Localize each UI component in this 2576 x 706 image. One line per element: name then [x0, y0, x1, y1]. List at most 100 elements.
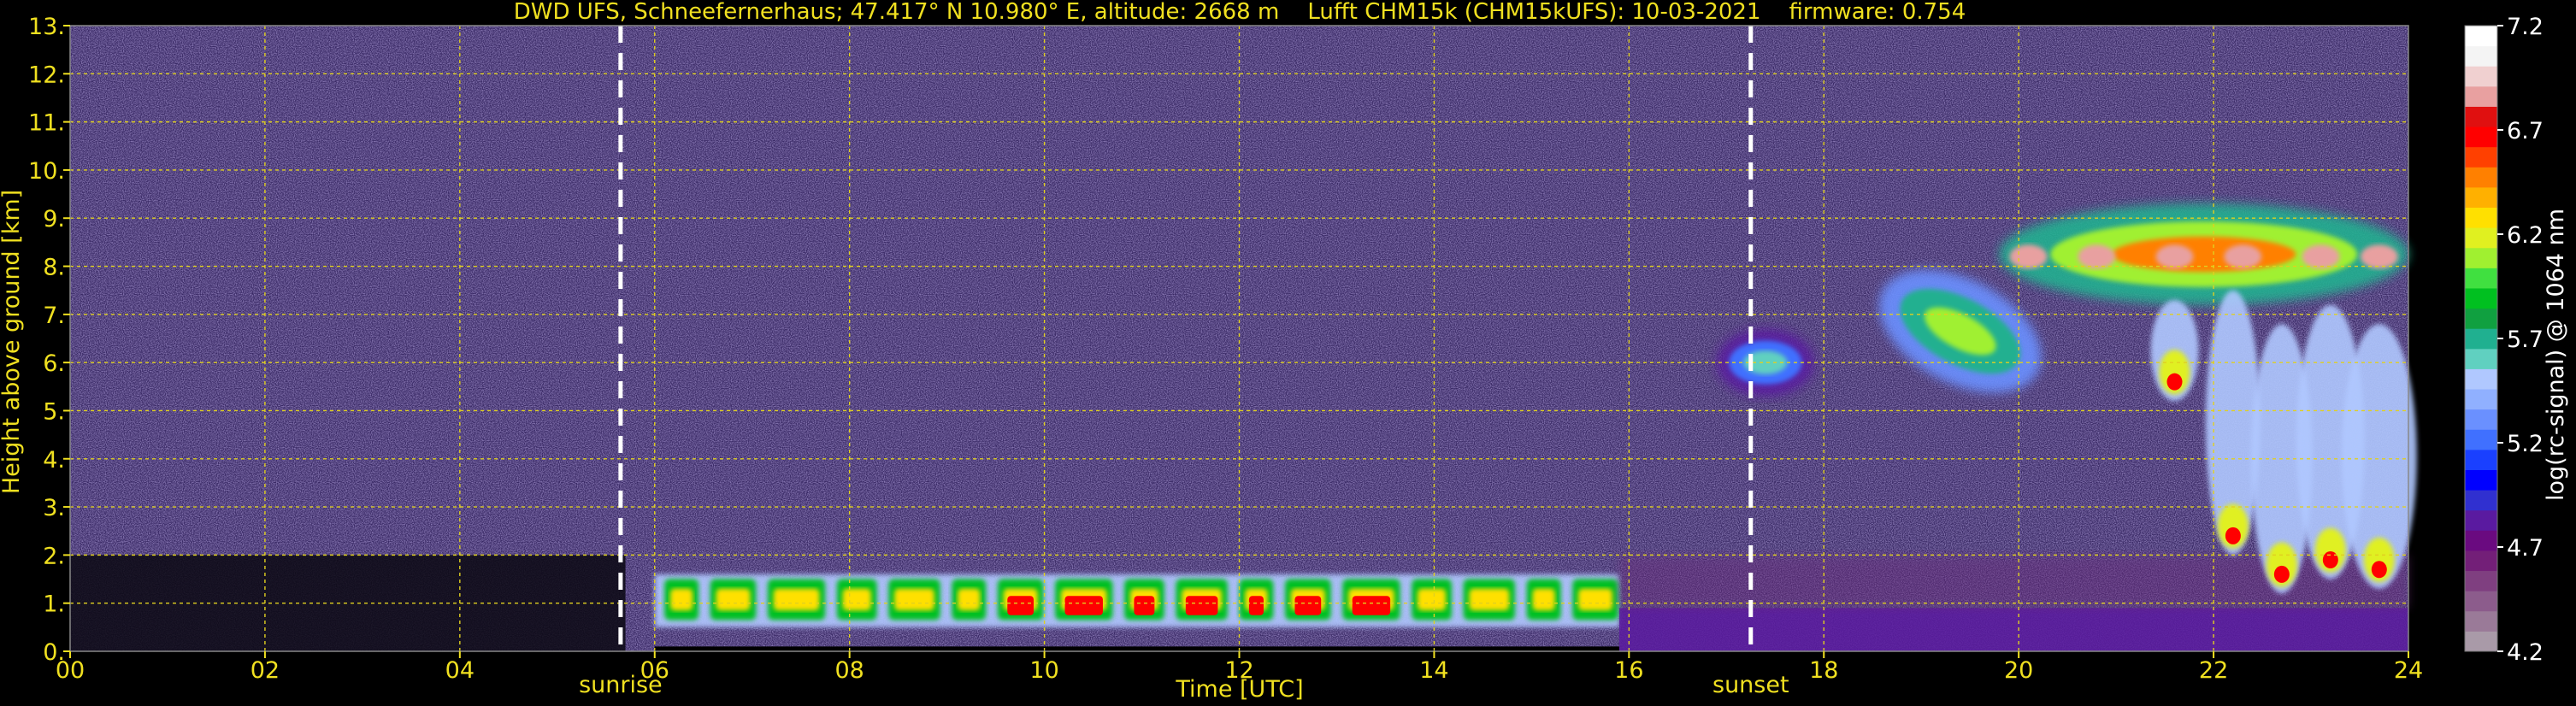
feature-peak [2224, 244, 2262, 269]
colorbar-segment [2465, 550, 2497, 572]
streak-peak [2371, 561, 2387, 579]
feature-cell-core [669, 588, 693, 611]
colorbar-segment [2465, 126, 2497, 148]
feature-cell-peak [1007, 596, 1035, 615]
feature-cell-core [716, 588, 751, 611]
colorbar-segment [2465, 389, 2497, 410]
feature-cell-peak [1352, 596, 1391, 615]
y-tick-label: 13. [28, 14, 65, 40]
streak-peak [2225, 527, 2241, 544]
y-tick-label: 4. [43, 447, 65, 474]
colorbar-segment [2465, 167, 2497, 188]
colorbar-segment [2465, 85, 2497, 107]
feature-cirrus-upper [1999, 203, 2408, 305]
colorbar-segment [2465, 146, 2497, 168]
colorbar-segment [2465, 530, 2497, 551]
colorbar-tick-label: 5.7 [2507, 327, 2544, 353]
colorbar-tick-label: 6.7 [2507, 118, 2544, 144]
feature-peak [2302, 244, 2340, 269]
colorbar-segment [2465, 631, 2497, 652]
x-tick-label: 18 [1809, 657, 1838, 684]
x-tick-label: 02 [251, 657, 280, 684]
y-tick-label: 1. [43, 591, 65, 618]
feature-peak [2360, 244, 2398, 269]
colorbar-segment [2465, 247, 2497, 268]
feature-cell-peak [1248, 596, 1264, 615]
colorbar-segment [2465, 186, 2497, 209]
y-tick-label: 5. [43, 398, 65, 425]
y-tick-label: 8. [43, 255, 65, 281]
x-tick-label: 10 [1029, 657, 1058, 684]
x-tick-label: 24 [2394, 657, 2423, 684]
y-tick-label: 11. [28, 110, 65, 137]
colorbar-segment [2465, 26, 2497, 47]
colorbar-segment [2465, 287, 2497, 309]
feature-cell-core [958, 588, 981, 611]
x-tick-label: 20 [2004, 657, 2033, 684]
colorbar-tick-label: 7.2 [2507, 14, 2544, 40]
colorbar-segment [2465, 207, 2497, 228]
y-tick-label: 12. [28, 62, 65, 88]
x-tick-label: 04 [445, 657, 475, 684]
feature-peak [2009, 244, 2048, 269]
feature-outer [1618, 608, 2408, 651]
feature-mid-level-cloud [1716, 328, 1814, 397]
feature-cell-peak [1185, 596, 1218, 615]
feature-cell-core [842, 588, 871, 611]
feature-cell-core [1418, 588, 1447, 611]
y-tick-label: 3. [43, 495, 65, 521]
colorbar-segment [2465, 348, 2497, 369]
y-tick-label: 7. [43, 303, 65, 329]
colorbar-segment [2465, 268, 2497, 289]
colorbar-segment [2465, 429, 2497, 450]
colorbar-segment [2465, 469, 2497, 491]
marker-label-sunset: sunset [1712, 672, 1789, 698]
x-tick-label: 22 [2199, 657, 2228, 684]
chart-title: DWD UFS, Schneefernerhaus; 47.417° N 10.… [514, 0, 1966, 25]
colorbar-segment [2465, 308, 2497, 329]
colorbar-segment [2465, 45, 2497, 67]
colorbar-tick-label: 4.7 [2507, 535, 2544, 562]
y-tick-label: 10. [28, 158, 65, 185]
colorbar-segment [2465, 66, 2497, 87]
feature-cell-core [1469, 588, 1510, 611]
feature-cell-core [894, 588, 934, 611]
x-tick-label: 14 [1419, 657, 1448, 684]
feature-cell-core [1532, 588, 1555, 611]
colorbar-segment [2465, 509, 2497, 531]
y-tick-label: 9. [43, 206, 65, 232]
y-axis-label: Height above ground [km] [0, 190, 25, 494]
colorbar-segment [2465, 449, 2497, 470]
ceilometer-figure: sunrise sunset 00 02 04 06 08 10 12 14 16 18 20 22 24… [0, 0, 2576, 706]
colorbar-segment [2465, 570, 2497, 591]
colorbar-label: log(rc-signal) @ 1064 nm [2543, 209, 2569, 501]
feature-peak [2155, 244, 2194, 269]
streak-peak [2166, 373, 2183, 391]
x-tick-label: 08 [834, 657, 864, 684]
colorbar-segment [2465, 409, 2497, 430]
colorbar-tick-label: 4.2 [2507, 639, 2544, 666]
colorbar-segment [2465, 106, 2497, 127]
x-axis-label: Time [UTC] [1175, 676, 1303, 703]
streak-peak [2273, 565, 2290, 583]
feature-cell-peak [1294, 596, 1322, 615]
feature-cell-core [773, 588, 820, 611]
chart-svg: sunrise sunset 00 02 04 06 08 10 12 14 16 18 20 22 24… [0, 0, 2569, 703]
y-tick-label: 6. [43, 350, 65, 377]
colorbar-segment [2465, 610, 2497, 632]
colorbar-segment [2465, 227, 2497, 249]
x-tick-label: 16 [1614, 657, 1643, 684]
x-tick-label: 06 [640, 657, 669, 684]
surface-band [654, 646, 1619, 651]
colorbar-tick-label: 6.2 [2507, 222, 2544, 249]
colorbar-segment [2465, 490, 2497, 511]
streak-peak [2322, 551, 2338, 569]
colorbar-segment [2465, 368, 2497, 390]
colorbar-segment [2465, 328, 2497, 350]
feature-cell-peak [1064, 596, 1103, 615]
colorbar-segment [2465, 591, 2497, 612]
y-tick-label: 0. [43, 639, 65, 666]
colorbar-tick-label: 5.2 [2507, 431, 2544, 457]
feature-cell-peak [1134, 596, 1155, 615]
feature-peak [2078, 244, 2116, 269]
